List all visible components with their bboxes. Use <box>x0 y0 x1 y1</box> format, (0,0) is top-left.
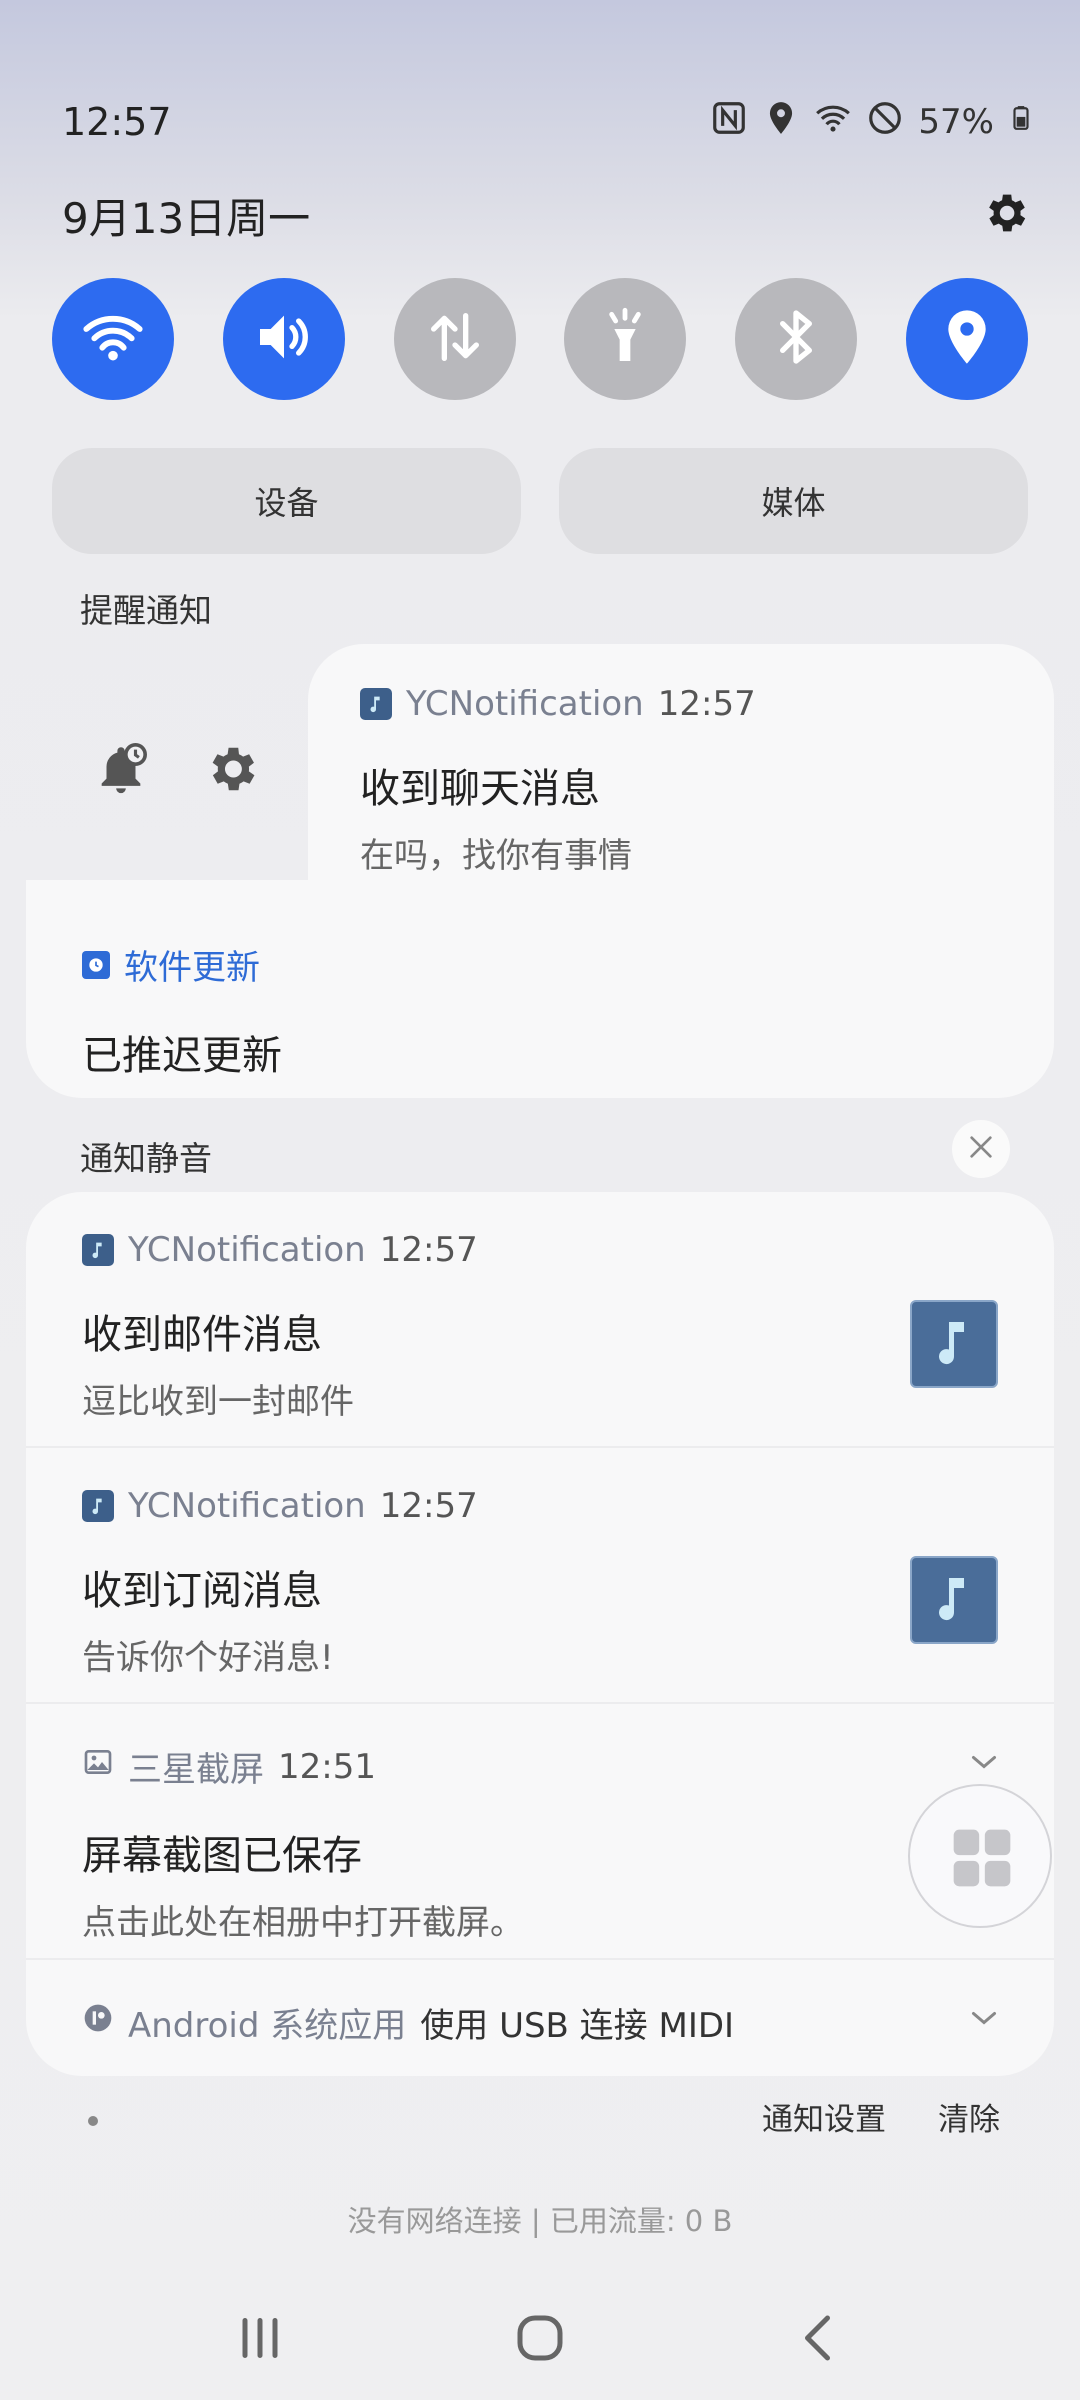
pill-row: 设备 媒体 <box>52 448 1028 554</box>
home-icon <box>510 2315 570 2372</box>
notification-header: YCNotification 12:57 <box>82 1486 998 1526</box>
home-button[interactable] <box>510 2308 570 2372</box>
notification-time: 12:57 <box>379 1230 478 1270</box>
clock-app-icon <box>82 950 110 979</box>
notification-title: 已推迟更新 <box>82 1033 282 1079</box>
mail-notification[interactable]: YCNotification 12:57 收到邮件消息 逗比收到一封邮件 <box>26 1192 1054 1446</box>
sound-toggle[interactable] <box>222 278 345 400</box>
notification-header: Android 系统应用 使用 USB 连接 MIDI <box>82 1998 998 2047</box>
clear-button[interactable]: 清除 <box>938 2094 1000 2139</box>
wifi-icon <box>81 305 145 373</box>
recents-icon <box>230 2318 290 2372</box>
notification-title: 屏幕截图已保存 <box>82 1833 362 1879</box>
notification-settings-gear-icon[interactable] <box>202 740 260 802</box>
bluetooth-toggle[interactable] <box>735 278 858 400</box>
do-not-disturb-icon <box>866 99 904 146</box>
battery-percent: 57% <box>918 102 994 142</box>
notification-thumbnail <box>910 1556 998 1644</box>
android-system-app-icon <box>82 2002 114 2043</box>
network-status-text: 没有网络连接 | 已用流量: 0 B <box>347 2204 733 2238</box>
chevron-down-icon[interactable] <box>966 2000 1002 2036</box>
notification-time: 12:51 <box>278 1746 376 1787</box>
navigation-bar <box>0 2300 1080 2380</box>
app-name: Android 系统应用 <box>128 2006 407 2046</box>
silent-section-label: 通知静音 <box>80 1139 212 1178</box>
status-time: 12:57 <box>62 100 172 144</box>
location-toggle[interactable] <box>905 278 1028 400</box>
nfc-icon <box>710 99 748 146</box>
close-icon <box>965 1131 997 1167</box>
footer-actions: 通知设置 清除 <box>762 2094 1000 2139</box>
settings-gear-icon[interactable] <box>980 188 1030 242</box>
notification-header: 软件更新 <box>82 940 998 989</box>
recents-button[interactable] <box>230 2308 290 2372</box>
quick-toggles <box>52 278 1028 400</box>
location-icon <box>762 99 800 146</box>
notification-header: YCNotification 12:57 <box>360 684 1000 724</box>
app-name: YCNotification <box>128 1230 366 1270</box>
grid-icon <box>948 1824 1016 1896</box>
swipe-actions <box>26 640 326 902</box>
music-note-app-icon <box>82 1490 114 1522</box>
data-transfer-icon <box>423 305 487 373</box>
battery-icon <box>1008 99 1034 146</box>
notification-body: 告诉你个好消息! <box>82 1638 334 1678</box>
app-name: YCNotification <box>128 1486 366 1526</box>
devices-button[interactable]: 设备 <box>52 448 521 554</box>
music-note-icon <box>924 1568 984 1632</box>
chat-notification-card[interactable]: YCNotification 12:57 收到聊天消息 在吗，找你有事情 <box>308 644 1054 900</box>
wifi-toggle[interactable] <box>52 278 174 400</box>
subscription-notification[interactable]: YCNotification 12:57 收到订阅消息 告诉你个好消息! <box>26 1448 1054 1702</box>
notification-time: 12:57 <box>379 1486 478 1526</box>
status-bar: 12:57 57% <box>62 92 1034 152</box>
app-name: YCNotification <box>406 684 644 724</box>
dismiss-silent-button[interactable] <box>952 1120 1010 1178</box>
bluetooth-icon <box>764 305 828 373</box>
mobile-data-toggle[interactable] <box>393 278 516 400</box>
screenshot-notification[interactable]: 三星截屏 12:51 屏幕截图已保存 点击此处在相册中打开截屏。 <box>26 1704 1054 1958</box>
chevron-down-icon[interactable] <box>966 1744 1002 1780</box>
notification-settings-button[interactable]: 通知设置 <box>762 2094 886 2139</box>
volume-icon <box>252 305 316 373</box>
notification-header: YCNotification 12:57 <box>82 1230 998 1270</box>
flashlight-toggle[interactable] <box>564 278 687 400</box>
date-text: 9月13日周一 <box>62 193 311 243</box>
chat-notification[interactable]: YCNotification 12:57 收到聊天消息 在吗，找你有事情 <box>308 644 1054 877</box>
media-button[interactable]: 媒体 <box>559 448 1028 554</box>
notification-body: 在吗，找你有事情 <box>360 836 632 876</box>
alerting-section-label: 提醒通知 <box>80 591 212 630</box>
software-update-notification[interactable]: 软件更新 已推迟更新 <box>26 880 1054 1081</box>
page-indicator-dot <box>88 2116 98 2126</box>
alerting-card: 软件更新 已推迟更新 <box>26 880 1054 1098</box>
notification-title: 收到订阅消息 <box>82 1568 322 1614</box>
silent-card: YCNotification 12:57 收到邮件消息 逗比收到一封邮件 YCN… <box>26 1192 1054 2076</box>
status-icons: 57% <box>710 99 1034 146</box>
app-name: 三星截屏 <box>128 1750 264 1790</box>
image-app-icon <box>82 1746 114 1787</box>
back-chevron-icon <box>790 2315 850 2372</box>
notification-title: 收到聊天消息 <box>360 766 600 812</box>
app-name: 软件更新 <box>124 948 260 988</box>
notification-body: 点击此处在相册中打开截屏。 <box>82 1903 524 1943</box>
location-icon <box>935 305 999 373</box>
music-note-icon <box>924 1312 984 1376</box>
date-row: 9月13日周一 <box>62 180 1030 250</box>
notification-time: 12:57 <box>657 684 756 724</box>
flashlight-icon <box>593 305 657 373</box>
notification-title: 收到邮件消息 <box>82 1312 322 1358</box>
back-button[interactable] <box>790 2308 850 2372</box>
snooze-bell-icon[interactable] <box>92 740 150 802</box>
notification-header: 三星截屏 12:51 <box>82 1742 998 1791</box>
music-note-app-icon <box>82 1234 114 1266</box>
wifi-icon <box>814 99 852 146</box>
notification-thumbnail <box>910 1300 998 1388</box>
music-note-app-icon <box>360 688 392 720</box>
notification-title: 使用 USB 连接 MIDI <box>420 2006 735 2046</box>
floating-assistant-bubble[interactable] <box>908 1784 1052 1928</box>
notification-body: 逗比收到一封邮件 <box>82 1382 354 1422</box>
android-system-notification[interactable]: Android 系统应用 使用 USB 连接 MIDI <box>26 1960 1054 2076</box>
